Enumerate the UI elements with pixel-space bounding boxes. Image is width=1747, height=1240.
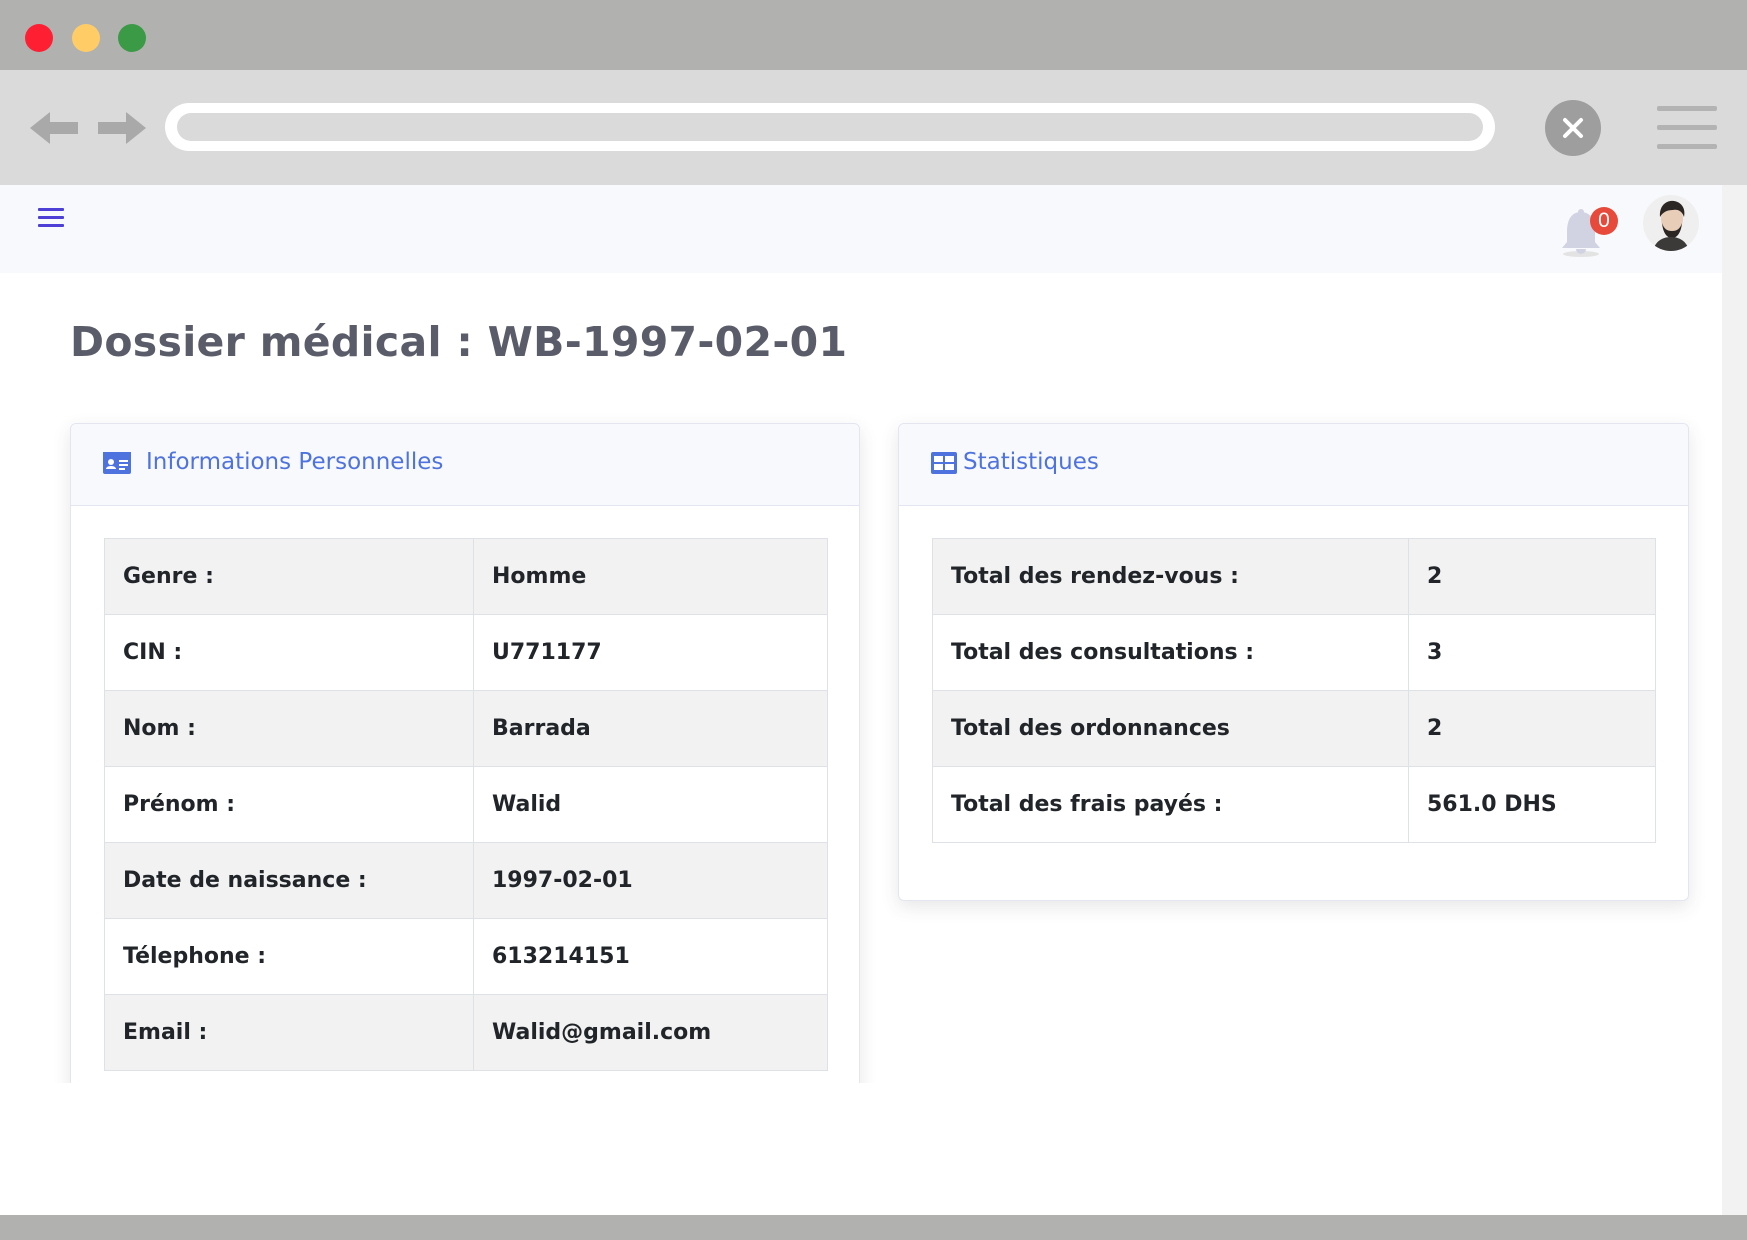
row-label: Email :: [104, 994, 474, 1071]
browser-menu-icon[interactable]: [1657, 106, 1717, 150]
hamburger-icon[interactable]: [38, 208, 64, 230]
row-value: Barrada: [473, 690, 828, 767]
statistics-card-header: Statistiques: [899, 424, 1688, 506]
row-value: Walid: [473, 766, 828, 843]
row-label: Total des ordonnances: [932, 690, 1409, 767]
empty-area: [0, 1083, 1722, 1215]
table-row: Prénom : Walid: [104, 766, 828, 843]
address-bar-field[interactable]: [177, 113, 1483, 141]
row-label: CIN :: [104, 614, 474, 691]
table-row: Total des ordonnances 2: [932, 690, 1656, 767]
statistics-table: Total des rendez-vous : 2 Total des cons…: [932, 538, 1656, 843]
notification-badge: 0: [1590, 207, 1618, 235]
close-icon: [1563, 118, 1583, 138]
table-row: Total des consultations : 3: [932, 614, 1656, 691]
personal-info-table: Genre : Homme CIN : U771177 Nom : Barrad…: [104, 538, 828, 1071]
row-value: U771177: [473, 614, 828, 691]
table-row: Nom : Barrada: [104, 690, 828, 767]
address-bar[interactable]: [165, 103, 1495, 151]
scrollbar-track[interactable]: [1722, 185, 1747, 1215]
row-label: Total des frais payés :: [932, 766, 1409, 843]
browser-toolbar: [0, 70, 1747, 185]
row-value: 2: [1408, 690, 1656, 767]
row-label: Genre :: [104, 538, 474, 615]
table-row: Genre : Homme: [104, 538, 828, 615]
statistics-card: Statistiques Total des rendez-vous : 2 T…: [898, 423, 1689, 901]
row-label: Total des consultations :: [932, 614, 1409, 691]
row-value: 2: [1408, 538, 1656, 615]
personal-info-card-title: Informations Personnelles: [146, 449, 444, 475]
id-card-icon: [103, 452, 131, 474]
row-label: Nom :: [104, 690, 474, 767]
page-viewport: 0 Dossier médical : WB-1997-02-01 Inform…: [0, 185, 1722, 1083]
table-row: CIN : U771177: [104, 614, 828, 691]
row-label: Télephone :: [104, 918, 474, 995]
table-row: Télephone : 613214151: [104, 918, 828, 995]
row-value: 1997-02-01: [473, 842, 828, 919]
page-title: Dossier médical : WB-1997-02-01: [70, 318, 848, 366]
forward-arrow-icon[interactable]: [96, 108, 146, 148]
window-close-dot[interactable]: [25, 24, 53, 52]
row-value: 3: [1408, 614, 1656, 691]
row-value: Walid@gmail.com: [473, 994, 828, 1071]
statistics-card-title: Statistiques: [963, 449, 1099, 475]
window-bottom-edge: [0, 1215, 1747, 1240]
row-value: Homme: [473, 538, 828, 615]
window-maximize-dot[interactable]: [118, 24, 146, 52]
row-label: Total des rendez-vous :: [932, 538, 1409, 615]
row-value: 561.0 DHS: [1408, 766, 1656, 843]
personal-info-card: Informations Personnelles Genre : Homme …: [70, 423, 860, 1083]
window-minimize-dot[interactable]: [72, 24, 100, 52]
row-label: Prénom :: [104, 766, 474, 843]
personal-info-card-header: Informations Personnelles: [71, 424, 859, 506]
table-row: Total des frais payés : 561.0 DHS: [932, 766, 1656, 843]
table-row: Email : Walid@gmail.com: [104, 994, 828, 1071]
window-titlebar: [0, 0, 1747, 70]
table-row: Total des rendez-vous : 2: [932, 538, 1656, 615]
table-row: Date de naissance : 1997-02-01: [104, 842, 828, 919]
back-arrow-icon[interactable]: [30, 108, 80, 148]
app-topbar: 0: [0, 185, 1722, 273]
row-value: 613214151: [473, 918, 828, 995]
table-icon: [931, 452, 957, 474]
avatar[interactable]: [1643, 195, 1699, 251]
close-button[interactable]: [1545, 100, 1601, 156]
row-label: Date de naissance :: [104, 842, 474, 919]
